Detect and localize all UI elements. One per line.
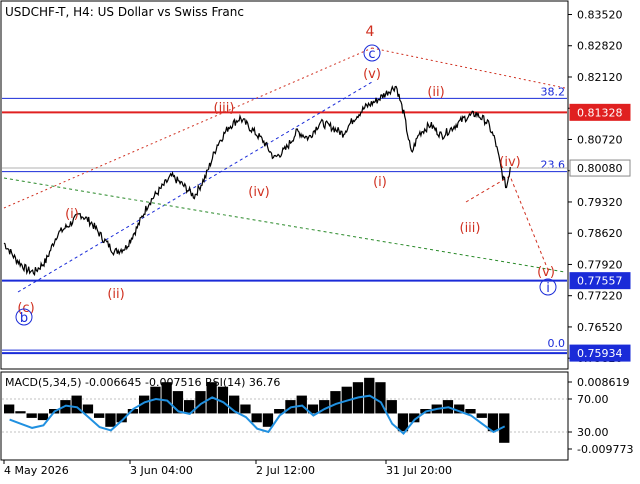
price-tick-label: 0.80720: [577, 133, 623, 146]
indicator-tick-label: 70.00: [577, 393, 609, 406]
chart-container: 38.2 23.6 0.0 4 c (v) (iii) (ii) (i) (iv) (i) (ii)…: [0, 0, 640, 480]
macd-bar: [37, 413, 49, 421]
price-tick-label: 0.78620: [577, 227, 623, 240]
wave-label: (ii): [107, 287, 124, 302]
macd-bar: [4, 404, 15, 414]
wave-label: c: [368, 47, 375, 62]
indicator-tick-label: 0.008619: [577, 376, 630, 389]
chart-title: USDCHF-T, H4: US Dollar vs Swiss Franc: [5, 5, 244, 19]
wave-label: (iii): [460, 221, 481, 236]
fibonacci-level-label: 38.2: [541, 85, 566, 98]
price-tick-label: 0.77920: [577, 258, 623, 271]
price-tick-label: 0.82820: [577, 40, 623, 53]
time-tick-label: 3 Jun 04:00: [130, 464, 193, 477]
price-tick-label: 0.76520: [577, 321, 623, 334]
price-label-text: 0.81328: [577, 106, 623, 119]
macd-bar: [262, 413, 274, 427]
time-tick-label: 31 Jul 20:00: [386, 464, 452, 477]
wave-label: (iii): [214, 101, 235, 116]
macd-bar: [476, 413, 487, 418]
price-tick-label: 0.82120: [577, 71, 623, 84]
wave-label: (i): [373, 175, 387, 190]
indicator-label: MACD(5,34,5) -0.006645 -0.007516 RSI(14)…: [5, 376, 280, 389]
macd-bar: [386, 400, 397, 414]
price-label-text: 0.77557: [577, 275, 623, 288]
fibonacci-level-label: 0.0: [548, 337, 566, 350]
wave-label: (ii): [427, 85, 444, 100]
macd-bar: [82, 404, 94, 414]
wave-label: (v): [363, 67, 381, 82]
price-label-text: 0.80080: [577, 162, 623, 175]
price-tick-label: 0.83520: [577, 8, 623, 21]
wave-label: (iv): [499, 155, 520, 170]
wave-label: (v): [537, 265, 555, 280]
wave-label: 4: [366, 24, 375, 40]
time-tick-label: 2 Jul 12:00: [256, 464, 315, 477]
wave-label: i: [546, 281, 550, 296]
macd-bar: [15, 411, 26, 414]
macd-bar: [296, 395, 307, 414]
wave-label: (iv): [248, 185, 269, 200]
chart-svg: 38.2 23.6 0.0 4 c (v) (iii) (ii) (i) (iv) (i) (ii)…: [0, 0, 640, 480]
macd-bar: [105, 413, 116, 427]
time-tick-label: 4 May 2026: [4, 464, 69, 477]
macd-bar: [26, 413, 37, 418]
indicator-tick-label: 30.00: [577, 426, 609, 439]
price-tick-label: 0.77220: [577, 290, 623, 303]
macd-bar: [251, 413, 262, 423]
fibonacci-level-label: 23.6: [541, 159, 566, 172]
price-label-text: 0.75934: [577, 347, 623, 360]
indicator-tick-label: -0.009773: [577, 443, 633, 456]
price-tick-label: 0.79320: [577, 196, 623, 209]
macd-bar: [465, 409, 476, 414]
wave-label: b: [20, 311, 28, 326]
macd-bar: [240, 404, 251, 414]
macd-bar: [94, 413, 105, 418]
wave-label: (i): [65, 207, 79, 222]
